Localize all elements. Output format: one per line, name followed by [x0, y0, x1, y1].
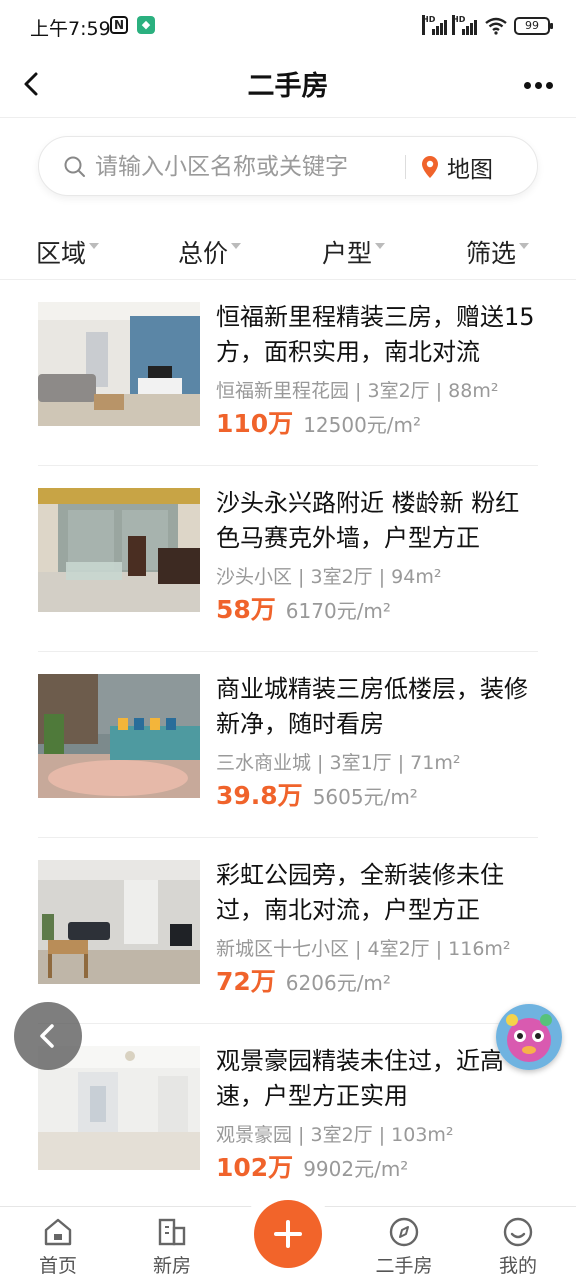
filter-label: 总价: [178, 239, 229, 268]
tab-second-hand[interactable]: 二手房: [364, 1215, 444, 1278]
home-icon: [44, 1218, 72, 1246]
app-notification-icon: ◆: [137, 16, 155, 34]
tab-label: 新房: [152, 1255, 191, 1277]
tab-mine[interactable]: 我的: [478, 1215, 558, 1278]
more-dot-icon: [534, 81, 542, 89]
caret-down-icon: [231, 243, 242, 249]
map-button[interactable]: 地图: [421, 149, 493, 185]
filter-more[interactable]: 筛选: [466, 234, 530, 270]
more-dot-icon: [545, 81, 553, 89]
listing-title: 彩虹公园旁，全新装修未住过，南北对流，户型方正: [216, 861, 504, 924]
building-icon: [158, 1218, 186, 1246]
filter-layout[interactable]: 户型: [322, 234, 386, 270]
search-input[interactable]: [95, 147, 395, 187]
listing-price: 39.8万: [216, 781, 303, 810]
tab-new-house[interactable]: 新房: [132, 1215, 212, 1278]
add-button[interactable]: [254, 1200, 322, 1268]
nfc-icon: N: [110, 16, 128, 34]
listing-meta: 恒福新里程花园 | 3室2厅 | 88m²: [216, 380, 499, 402]
wifi-icon: [485, 17, 507, 35]
signal-icon: HD: [422, 15, 448, 35]
listing-item[interactable]: 沙头永兴路附近 楼龄新 粉红色马赛克外墙，户型方正 沙头小区 | 3室2厅 | …: [38, 466, 538, 652]
smiley-icon: [503, 1217, 533, 1247]
map-label: 地图: [447, 157, 493, 183]
tab-label: 我的: [498, 1255, 537, 1277]
listing-photo: [38, 674, 200, 798]
listing-title: 商业城精装三房低楼层，装修新净，随时看房: [216, 675, 528, 738]
listing-photo: [38, 488, 200, 612]
tab-home[interactable]: 首页: [18, 1215, 98, 1278]
listing-unit-price: 6170元/m²: [285, 599, 391, 623]
caret-down-icon: [375, 243, 386, 249]
status-time: 上午7:59: [30, 18, 111, 40]
listing-item[interactable]: 彩虹公园旁，全新装修未住过，南北对流，户型方正 新城区十七小区 | 4室2厅 |…: [38, 838, 538, 1024]
floating-back-button[interactable]: [14, 1002, 82, 1070]
listing-list: 恒福新里程精装三房，赠送15方，面积实用，南北对流 恒福新里程花园 | 3室2厅…: [38, 280, 538, 1210]
listing-item[interactable]: 恒福新里程精装三房，赠送15方，面积实用，南北对流 恒福新里程花园 | 3室2厅…: [38, 280, 538, 466]
page-title: 二手房: [247, 71, 329, 102]
caret-down-icon: [89, 243, 100, 249]
listing-photo: [38, 302, 200, 426]
tab-label: 首页: [38, 1255, 77, 1277]
listing-title: 恒福新里程精装三房，赠送15方，面积实用，南北对流: [216, 303, 535, 366]
listing-meta: 观景豪园 | 3室2厅 | 103m²: [216, 1124, 454, 1146]
signal-icon-2: HD: [452, 15, 478, 35]
filter-label: 筛选: [466, 239, 517, 268]
listing-price: 58万: [216, 595, 276, 624]
listing-unit-price: 6206元/m²: [285, 971, 391, 995]
header: 二手房: [0, 52, 576, 118]
search-icon: [64, 156, 85, 177]
listing-unit-price: 9902元/m²: [303, 1157, 409, 1181]
battery-icon: 99: [514, 17, 553, 35]
more-button[interactable]: [518, 68, 558, 102]
caret-down-icon: [519, 243, 530, 249]
listing-title: 沙头永兴路附近 楼龄新 粉红色马赛克外墙，户型方正: [216, 489, 520, 552]
listing-price: 72万: [216, 967, 276, 996]
listing-item[interactable]: 商业城精装三房低楼层，装修新净，随时看房 三水商业城 | 3室1厅 | 71m²…: [38, 652, 538, 838]
location-pin-icon: [422, 156, 438, 178]
floating-mascot-avatar[interactable]: [496, 1004, 562, 1070]
listing-item[interactable]: 观景豪园精装未住过，近高速，户型方正实用 观景豪园 | 3室2厅 | 103m²…: [38, 1024, 538, 1210]
mascot-avatar-icon: [496, 1004, 562, 1070]
filter-bar: 区域 总价 户型 筛选: [0, 230, 576, 280]
listing-photo: [38, 860, 200, 984]
filter-district[interactable]: 区域: [36, 234, 100, 270]
listing-unit-price: 12500元/m²: [303, 413, 422, 437]
listing-title: 观景豪园精装未住过，近高速，户型方正实用: [216, 1047, 504, 1110]
compass-icon: [389, 1217, 419, 1247]
filter-label: 户型: [322, 239, 373, 268]
listing-meta: 三水商业城 | 3室1厅 | 71m²: [216, 752, 461, 774]
more-dot-icon: [523, 81, 531, 89]
listing-unit-price: 5605元/m²: [312, 785, 418, 809]
listing-meta: 新城区十七小区 | 4室2厅 | 116m²: [216, 938, 511, 960]
listing-price: 110万: [216, 409, 294, 438]
chevron-left-icon: [40, 1024, 54, 1048]
filter-total-price[interactable]: 总价: [178, 234, 242, 270]
status-icons: HD HD 99: [422, 15, 553, 36]
listing-meta: 沙头小区 | 3室2厅 | 94m²: [216, 566, 442, 588]
search-divider: [405, 155, 406, 179]
filter-label: 区域: [36, 239, 87, 268]
search-bar: 地图: [38, 136, 538, 196]
listing-price: 102万: [216, 1153, 294, 1182]
tab-label: 二手房: [375, 1255, 433, 1277]
status-bar: 上午7:59 N ◆ HD HD 99: [0, 0, 576, 52]
